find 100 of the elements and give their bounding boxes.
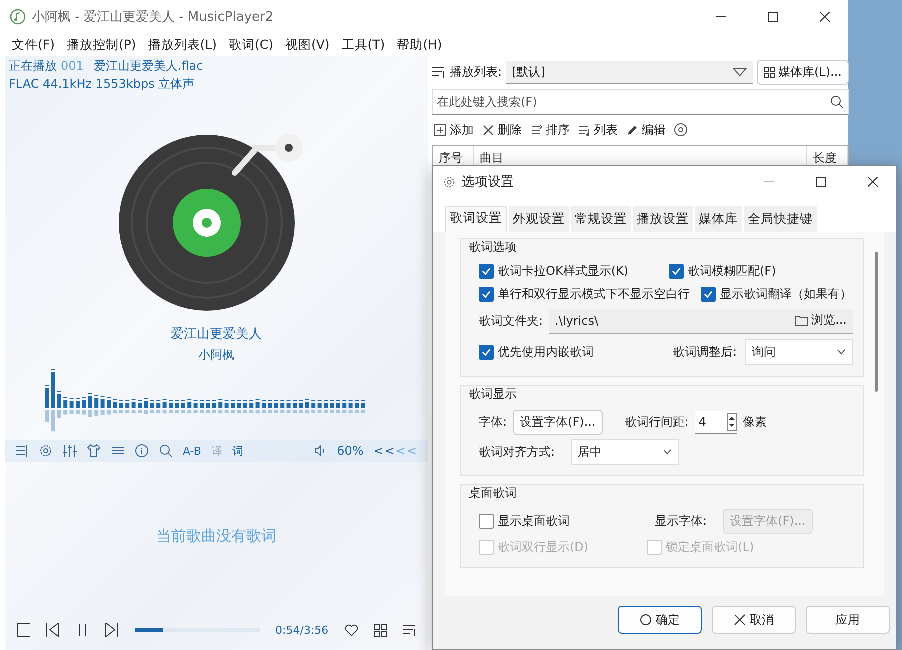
browse-button[interactable]: 浏览...	[788, 312, 853, 329]
ok-button[interactable]: 确定	[618, 606, 702, 634]
folder-field[interactable]: .\lyrics\ 浏览...	[549, 308, 853, 334]
shirt-icon[interactable]	[87, 444, 101, 458]
menu-item[interactable]: 播放控制(P)	[60, 36, 142, 54]
no-lyrics-message: 当前歌曲没有歌词	[156, 526, 276, 546]
field-label: 显示字体:	[655, 512, 708, 530]
field-label: 歌词对齐方式:	[479, 444, 556, 460]
next-icon[interactable]	[105, 623, 119, 637]
checkbox-label: 优先使用内嵌歌词	[498, 344, 594, 360]
spin-field[interactable]: 4	[694, 410, 737, 434]
settings-icon	[443, 176, 456, 188]
add-icon	[434, 124, 447, 136]
audio-format: FLAC 44.1kHz 1553kbps 立体声	[9, 77, 195, 91]
search-field[interactable]: 在此处键入搜索(F)	[432, 89, 849, 115]
pencil-icon	[626, 124, 639, 136]
field-label: 歌词文件夹:	[479, 312, 544, 330]
checkmark-icon	[672, 267, 681, 276]
menu-item[interactable]: 帮助(H)	[391, 36, 448, 54]
menu-item[interactable]: 播放列表(L)	[142, 36, 223, 54]
dropdown-arrow-icon	[732, 68, 746, 76]
grid-icon	[764, 67, 774, 78]
checkbox-label: 歌词双行显示(D)	[498, 539, 589, 556]
menu-item[interactable]: 工具(T)	[336, 36, 392, 54]
dialog-title: 选项设置	[462, 174, 514, 191]
checkbox[interactable]	[669, 264, 684, 279]
unit-label: 像素	[742, 414, 767, 430]
toolbar-button[interactable]: 列表	[578, 122, 618, 138]
chevron-down-icon	[663, 449, 672, 455]
playlist-icon[interactable]	[402, 624, 416, 636]
settings-icon[interactable]	[39, 444, 53, 458]
heart-icon[interactable]	[344, 624, 358, 636]
checkbox[interactable]	[479, 344, 494, 360]
search-icon[interactable]	[830, 95, 844, 109]
info-icon[interactable]	[135, 444, 149, 458]
checkbox-label: 歌词模糊匹配(F)	[688, 263, 776, 280]
circle-icon	[640, 614, 652, 626]
field-label: 歌词行间距:	[624, 414, 689, 430]
checkbox[interactable]	[479, 287, 494, 302]
checkbox[interactable]	[479, 264, 494, 279]
playlist-label: 播放列表:	[450, 64, 502, 81]
media-library-button[interactable]: 媒体库(L)...	[756, 60, 849, 85]
toolbar-button[interactable]: 添加	[434, 122, 474, 138]
checkbox-label: 锁定桌面歌词(L)	[666, 539, 754, 556]
stop-icon[interactable]	[17, 623, 30, 637]
volume-level: 60%	[337, 444, 364, 458]
checkbox[interactable]	[701, 287, 716, 302]
collapse-arrows[interactable]: <<	[374, 444, 396, 458]
group-title: 歌词显示	[469, 387, 517, 401]
checkmark-icon	[482, 290, 491, 299]
search-icon[interactable]	[159, 444, 173, 458]
maximize-icon[interactable]	[768, 12, 778, 22]
checkbox-label: 显示桌面歌词	[498, 512, 570, 530]
font-button[interactable]: 设置字体(F)...	[513, 410, 603, 434]
close-icon[interactable]	[820, 12, 830, 22]
dropdown[interactable]: 居中	[571, 439, 680, 465]
checkbox[interactable]	[479, 514, 494, 528]
previous-icon[interactable]	[46, 623, 60, 637]
delete-icon	[482, 124, 495, 136]
equalizer-icon[interactable]	[63, 444, 77, 458]
checkmark-icon	[482, 267, 491, 276]
menu-item[interactable]: 文件(F)	[6, 36, 61, 54]
tab[interactable]: 常规设置	[571, 206, 631, 232]
tab[interactable]: 播放设置	[633, 206, 693, 232]
toolbar-button[interactable]: 编辑	[626, 122, 666, 138]
toolbar-button[interactable]: 排序	[530, 122, 570, 138]
locate-icon[interactable]	[674, 123, 688, 137]
sort-icon	[530, 124, 543, 136]
checkmark-icon	[482, 348, 491, 356]
playlist-dropdown[interactable]: [默认]	[506, 61, 752, 84]
dropdown[interactable]: 询问	[745, 339, 853, 365]
tab[interactable]: 媒体库	[695, 206, 742, 232]
list-icon	[578, 124, 591, 136]
ab-repeat-button[interactable]: A-B	[183, 444, 202, 458]
checkbox-label: 歌词卡拉OK样式显示(K)	[498, 263, 629, 280]
now-playing-label: 正在播放	[9, 59, 57, 73]
playlist-icon	[432, 66, 446, 79]
window-title: 小阿枫 - 爱江山更爱美人 - MusicPlayer2	[32, 9, 274, 26]
progress-bar[interactable]	[134, 628, 164, 632]
tab[interactable]: 外观设置	[509, 206, 569, 232]
menu-item[interactable]: 歌词(C)	[222, 36, 280, 54]
maximize-icon[interactable]	[816, 177, 826, 187]
menu-item[interactable]: 视图(V)	[279, 36, 336, 54]
tab[interactable]: 歌词设置	[445, 206, 507, 232]
checkbox-label: 显示歌词翻译（如果有）	[720, 286, 852, 303]
cancel-button[interactable]: 取消	[712, 606, 796, 634]
song-title: 爱江山更爱美人	[171, 327, 262, 342]
toolbar-button[interactable]: 删除	[482, 122, 522, 138]
checkmark-icon	[704, 290, 713, 299]
spin-arrows-icon[interactable]	[726, 412, 737, 430]
group-title: 歌词选项	[469, 240, 517, 254]
tab[interactable]: 全局快捷键	[744, 206, 817, 232]
field-label: 字体:	[479, 414, 508, 430]
grid-icon[interactable]	[374, 624, 387, 636]
playback-time: 0:54/3:56	[276, 624, 329, 636]
close-icon[interactable]	[868, 177, 878, 187]
chevron-down-icon	[837, 349, 846, 355]
checkbox-label: 单行和双行显示模式下不显示空白行	[498, 286, 690, 303]
lyrics-button[interactable]: 词	[232, 444, 244, 458]
apply-button[interactable]: 应用	[806, 606, 890, 634]
